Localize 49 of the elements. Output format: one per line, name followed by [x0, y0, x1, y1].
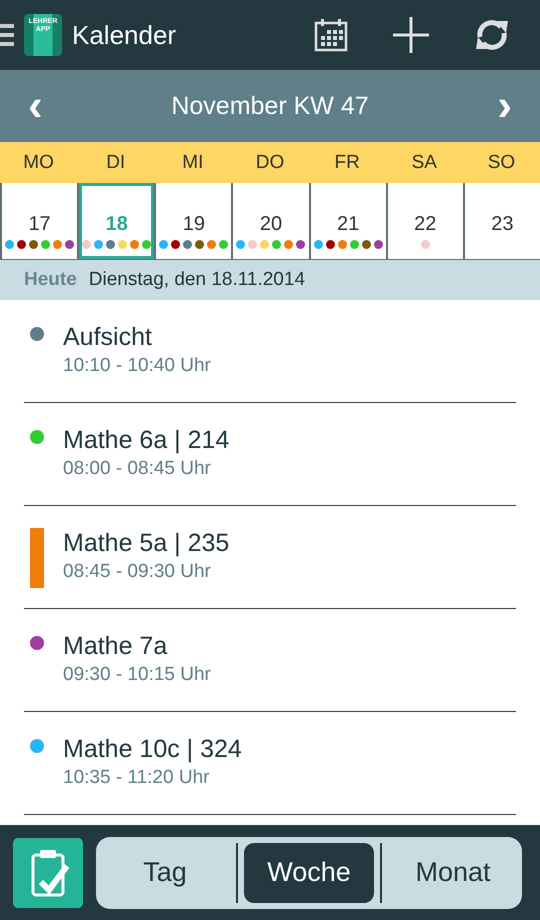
event-item[interactable]: Mathe 7a 09:30 - 10:15 Uhr [24, 609, 516, 712]
day-cell[interactable]: 21 [310, 183, 386, 259]
day-cell[interactable]: 20 [233, 183, 309, 259]
event-time: 10:35 - 11:20 Uhr [63, 767, 210, 789]
event-item[interactable]: Mathe 6a | 214 08:00 - 08:45 Uhr [24, 403, 516, 506]
previous-week-button[interactable]: ‹ [24, 84, 47, 128]
view-tab[interactable]: Woche [244, 842, 374, 902]
day-number: 20 [260, 213, 282, 235]
event-item[interactable]: Mathe 10c | 324 10:35 - 11:20 Uhr [24, 712, 516, 815]
event-title: Mathe 6a | 214 [63, 425, 230, 455]
date-text: Dienstag, den 18.11.2014 [88, 269, 306, 291]
event-item[interactable]: Mathe 5a | 235 08:45 - 09:30 Uhr [24, 506, 516, 609]
day-cell[interactable]: 17 [2, 183, 78, 259]
weekday-label: FR [334, 152, 360, 174]
view-tab[interactable]: Tag [100, 842, 230, 902]
event-title: Mathe 10c | 324 [63, 734, 242, 764]
event-time: 08:45 - 09:30 Uhr [63, 561, 212, 583]
event-title: Aufsicht [63, 322, 153, 352]
weekday-label: MI [182, 152, 204, 174]
event-title: Mathe 7a [63, 631, 168, 661]
day-cell[interactable]: 22 [388, 183, 463, 259]
day-number: 19 [182, 213, 205, 235]
app-title: Kalender [72, 20, 178, 50]
weekday-label: SA [412, 152, 437, 174]
calendar-icon[interactable] [314, 18, 348, 52]
clipboard-check-icon[interactable] [13, 838, 83, 908]
next-week-button[interactable]: › [493, 84, 516, 128]
refresh-icon[interactable] [474, 17, 510, 53]
weekday-label: DI [106, 152, 126, 174]
menu-icon[interactable] [0, 22, 14, 48]
weekday-label: SO [488, 152, 516, 174]
day-cell[interactable]: 23 [464, 183, 540, 259]
day-number: 23 [491, 213, 514, 235]
event-item[interactable]: Aufsicht 10:10 - 10:40 Uhr [24, 300, 516, 403]
day-number: 22 [414, 213, 436, 235]
day-number: 18 [106, 213, 128, 235]
day-number: 21 [337, 213, 360, 235]
today-label: Heute [24, 269, 77, 291]
view-tab[interactable]: Monat [388, 842, 518, 902]
day-number: 17 [28, 213, 51, 235]
add-icon[interactable] [392, 16, 430, 54]
weekday-label: DO [256, 152, 284, 174]
event-title: Mathe 5a | 235 [63, 528, 230, 558]
event-time: 09:30 - 10:15 Uhr [63, 664, 211, 686]
day-cell[interactable]: 19 [156, 183, 232, 259]
event-time: 08:00 - 08:45 Uhr [63, 458, 212, 480]
weekday-label: MO [23, 152, 54, 174]
event-time: 10:10 - 10:40 Uhr [63, 355, 211, 377]
week-label: November KW 47 [171, 92, 369, 120]
